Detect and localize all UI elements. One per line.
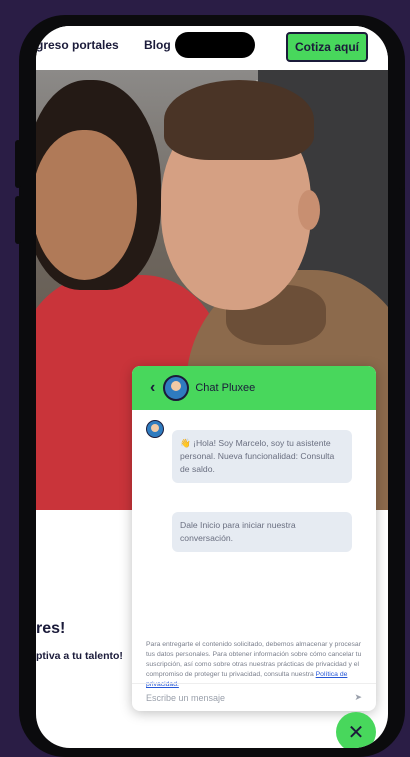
- assistant-avatar-icon: [163, 375, 190, 401]
- close-chat-button[interactable]: ✕: [336, 712, 376, 748]
- chat-message: 👋 ¡Hola! Soy Marcelo, soy tu asistente p…: [172, 430, 352, 483]
- man-hair: [164, 80, 314, 160]
- message-input[interactable]: Escribe un mensaje ➤: [132, 683, 376, 711]
- man-ear: [298, 190, 320, 230]
- chat-widget: ‹ Chat Pluxee 👋 ¡Hola! Soy Marcelo, soy …: [132, 366, 376, 711]
- send-icon[interactable]: ➤: [354, 692, 362, 703]
- bot-avatar-icon: [146, 420, 164, 438]
- phone-side-button: [15, 140, 21, 188]
- chat-title: Chat Pluxee: [195, 382, 256, 394]
- phone-screen: greso portales Blog Cotiza aquí res! pti…: [36, 26, 388, 748]
- message-input-placeholder: Escribe un mensaje: [146, 692, 226, 703]
- chat-header: ‹ Chat Pluxee: [132, 366, 376, 410]
- phone-notch: [175, 32, 255, 58]
- close-icon: ✕: [347, 721, 365, 744]
- phone-side-button: [399, 110, 405, 190]
- chat-message: Dale Inicio para iniciar nuestra convers…: [172, 512, 352, 552]
- nav-link-portales[interactable]: greso portales: [36, 38, 119, 52]
- back-icon[interactable]: ‹: [150, 379, 155, 397]
- page-heading: res!: [36, 620, 66, 637]
- cotiza-button[interactable]: Cotiza aquí: [286, 32, 368, 62]
- nav-link-blog[interactable]: Blog: [144, 38, 171, 52]
- woman-face: [36, 130, 137, 280]
- chat-messages: 👋 ¡Hola! Soy Marcelo, soy tu asistente p…: [132, 410, 376, 640]
- phone-side-button: [15, 196, 21, 244]
- page-subheading: ptiva a tu talento!: [36, 650, 123, 662]
